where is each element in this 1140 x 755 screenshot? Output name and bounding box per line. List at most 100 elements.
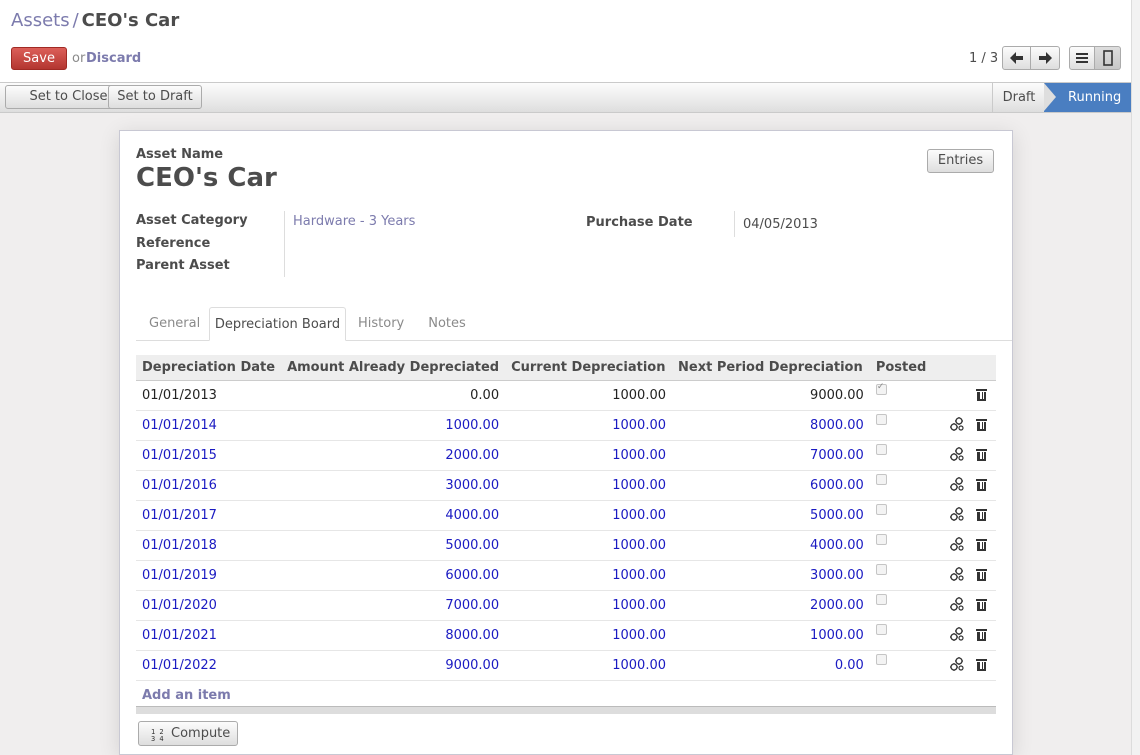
cell-amount-already-depreciated[interactable]: 3000.00	[281, 470, 506, 501]
cell-depreciation-date[interactable]: 01/01/2016	[136, 470, 282, 501]
table-row[interactable]: 01/01/2022 9000.00 1000.00 0.00	[136, 650, 996, 681]
create-move-button[interactable]	[949, 566, 965, 586]
discard-link[interactable]: Discard	[86, 51, 141, 66]
svg-text:3 4: 3 4	[151, 735, 164, 741]
cell-amount-already-depreciated[interactable]: 4000.00	[281, 500, 506, 531]
cell-current-depreciation[interactable]: 1000.00	[505, 440, 672, 471]
trash-icon[interactable]	[975, 569, 987, 581]
page-scrollbar[interactable]	[1131, 0, 1140, 755]
tab-notes[interactable]: Notes	[427, 307, 467, 340]
pager-previous-button[interactable]	[1002, 46, 1031, 70]
cell-current-depreciation[interactable]: 1000.00	[505, 650, 672, 681]
col-depreciation-date[interactable]: Depreciation Date	[136, 355, 282, 381]
cell-next-period-depreciation[interactable]: 8000.00	[672, 410, 870, 441]
col-posted[interactable]: Posted	[869, 355, 933, 381]
table-body: 01/01/20130.001000.009000.0001/01/201410…	[136, 380, 996, 711]
create-move-button[interactable]	[949, 446, 965, 466]
cell-next-period-depreciation[interactable]: 9000.00	[672, 380, 870, 411]
trash-icon[interactable]	[975, 629, 987, 641]
cell-current-depreciation[interactable]: 1000.00	[505, 380, 672, 411]
cell-current-depreciation[interactable]: 1000.00	[505, 590, 672, 621]
field-divider	[284, 211, 285, 277]
cell-depreciation-date[interactable]: 01/01/2019	[136, 560, 282, 591]
cell-depreciation-date[interactable]: 01/01/2014	[136, 410, 282, 441]
entries-button[interactable]: Entries	[927, 149, 994, 173]
cell-amount-already-depreciated[interactable]: 7000.00	[281, 590, 506, 621]
cell-depreciation-date[interactable]: 01/01/2021	[136, 620, 282, 651]
cell-current-depreciation[interactable]: 1000.00	[505, 410, 672, 441]
table-row[interactable]: 01/01/2019 6000.00 1000.00 3000.00	[136, 560, 996, 591]
trash-icon[interactable]	[975, 599, 987, 611]
cell-current-depreciation[interactable]: 1000.00	[505, 560, 672, 591]
cell-current-depreciation[interactable]: 1000.00	[505, 470, 672, 501]
table-row[interactable]: 01/01/2013 0.00 1000.00 9000.00	[136, 380, 996, 411]
cell-amount-already-depreciated[interactable]: 9000.00	[281, 650, 506, 681]
col-amount-already-depreciated[interactable]: Amount Already Depreciated	[281, 355, 506, 381]
cell-posted	[869, 410, 933, 441]
cell-next-period-depreciation[interactable]: 0.00	[672, 650, 870, 681]
pager-counter[interactable]: 1 / 3	[969, 51, 998, 66]
cell-next-period-depreciation[interactable]: 6000.00	[672, 470, 870, 501]
create-move-button[interactable]	[949, 656, 965, 676]
cell-amount-already-depreciated[interactable]: 1000.00	[281, 410, 506, 441]
trash-icon[interactable]	[975, 419, 987, 431]
create-move-button[interactable]	[949, 626, 965, 646]
create-move-button[interactable]	[949, 536, 965, 556]
table-row[interactable]: 01/01/2014 1000.00 1000.00 8000.00	[136, 410, 996, 441]
create-move-button[interactable]	[949, 416, 965, 436]
form-view-button[interactable]	[1095, 46, 1121, 70]
cell-amount-already-depreciated[interactable]: 2000.00	[281, 440, 506, 471]
cell-depreciation-date[interactable]: 01/01/2017	[136, 500, 282, 531]
cell-amount-already-depreciated[interactable]: 5000.00	[281, 530, 506, 561]
table-row[interactable]: 01/01/2021 8000.00 1000.00 1000.00	[136, 620, 996, 651]
set-to-draft-button[interactable]: Set to Draft	[108, 85, 202, 109]
cell-current-depreciation[interactable]: 1000.00	[505, 530, 672, 561]
col-current-depreciation[interactable]: Current Depreciation	[505, 355, 672, 381]
table-row[interactable]: 01/01/2020 7000.00 1000.00 2000.00	[136, 590, 996, 621]
cell-depreciation-date[interactable]: 01/01/2020	[136, 590, 282, 621]
table-row[interactable]: 01/01/2016 3000.00 1000.00 6000.00	[136, 470, 996, 501]
cell-current-depreciation[interactable]: 1000.00	[505, 500, 672, 531]
cell-amount-already-depreciated[interactable]: 8000.00	[281, 620, 506, 651]
asset-name-field[interactable]: CEO's Car	[136, 163, 277, 193]
cell-create-move	[932, 500, 971, 531]
breadcrumb-assets-link[interactable]: Assets	[11, 10, 70, 31]
cell-amount-already-depreciated[interactable]: 6000.00	[281, 560, 506, 591]
table-row[interactable]: 01/01/2018 5000.00 1000.00 4000.00	[136, 530, 996, 561]
cell-create-move	[932, 590, 971, 621]
compute-button[interactable]: 1 23 4 Compute	[138, 721, 238, 746]
cell-next-period-depreciation[interactable]: 4000.00	[672, 530, 870, 561]
cell-posted	[869, 470, 933, 501]
cell-next-period-depreciation[interactable]: 3000.00	[672, 560, 870, 591]
cell-depreciation-date[interactable]: 01/01/2015	[136, 440, 282, 471]
cell-depreciation-date[interactable]: 01/01/2013	[136, 380, 282, 411]
create-move-button[interactable]	[949, 476, 965, 496]
purchase-date-field[interactable]: 04/05/2013	[743, 217, 818, 232]
col-next-period-depreciation[interactable]: Next Period Depreciation	[672, 355, 870, 381]
cell-next-period-depreciation[interactable]: 1000.00	[672, 620, 870, 651]
trash-icon[interactable]	[975, 659, 987, 671]
cell-amount-already-depreciated[interactable]: 0.00	[281, 380, 506, 411]
trash-icon[interactable]	[975, 539, 987, 551]
create-move-button[interactable]	[949, 596, 965, 616]
trash-icon[interactable]	[975, 479, 987, 491]
table-row[interactable]: 01/01/2017 4000.00 1000.00 5000.00	[136, 500, 996, 531]
trash-icon[interactable]	[975, 509, 987, 521]
tab-depreciation-board[interactable]: Depreciation Board	[209, 307, 346, 341]
cell-next-period-depreciation[interactable]: 5000.00	[672, 500, 870, 531]
asset-category-field[interactable]: Hardware - 3 Years	[293, 214, 415, 229]
tab-general[interactable]: General	[149, 307, 200, 340]
cell-next-period-depreciation[interactable]: 2000.00	[672, 590, 870, 621]
pager-next-button[interactable]	[1031, 46, 1060, 70]
cell-depreciation-date[interactable]: 01/01/2018	[136, 530, 282, 561]
cell-current-depreciation[interactable]: 1000.00	[505, 620, 672, 651]
table-row[interactable]: 01/01/2015 2000.00 1000.00 7000.00	[136, 440, 996, 471]
cell-next-period-depreciation[interactable]: 7000.00	[672, 440, 870, 471]
cell-depreciation-date[interactable]: 01/01/2022	[136, 650, 282, 681]
save-button[interactable]: Save	[11, 47, 67, 70]
trash-icon[interactable]	[975, 449, 987, 461]
tab-history[interactable]: History	[358, 307, 404, 340]
trash-icon[interactable]	[975, 389, 987, 401]
create-move-button[interactable]	[949, 506, 965, 526]
list-view-button[interactable]	[1069, 46, 1095, 70]
